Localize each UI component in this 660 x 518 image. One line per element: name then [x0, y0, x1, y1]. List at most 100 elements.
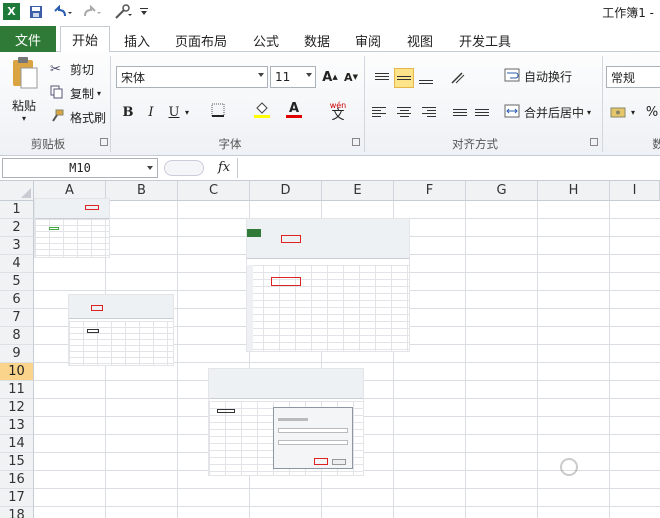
row-header[interactable]: 11 [0, 381, 34, 399]
row-header[interactable]: 5 [0, 273, 34, 291]
font-name-value: 宋体 [121, 70, 146, 85]
column-header-b[interactable]: B [106, 181, 178, 201]
copy-button[interactable]: 复制 ▾ [50, 84, 101, 102]
cut-button[interactable]: ✂ 剪切 [50, 60, 94, 78]
embedded-screenshot-image[interactable] [246, 218, 410, 352]
column-header-d[interactable]: D [250, 181, 322, 201]
grow-font-button[interactable]: A ▲ [320, 67, 340, 87]
align-bottom-button[interactable] [416, 72, 436, 92]
row-header[interactable]: 16 [0, 471, 34, 489]
orientation-icon[interactable] [448, 68, 468, 88]
cut-label: 剪切 [70, 62, 95, 77]
column-header-e[interactable]: E [322, 181, 394, 201]
customize-icon[interactable] [139, 3, 149, 20]
wrap-text-button[interactable]: 自动换行 [504, 66, 572, 86]
underline-button[interactable]: U [164, 102, 184, 122]
excel-window: X 工作簿1 - 文件 开始 插入 页面布局 公式 数据 审阅 视图 开发工具 [0, 0, 660, 518]
borders-button[interactable] [208, 102, 228, 122]
align-middle-button[interactable] [394, 68, 414, 88]
tools-icon[interactable] [112, 3, 134, 20]
excel-logo-icon: X [3, 3, 20, 20]
decrease-indent-button[interactable] [450, 102, 470, 122]
undo-icon[interactable] [50, 3, 74, 20]
font-name-combo[interactable]: 宋体 [116, 66, 268, 88]
column-header-i[interactable]: I [610, 181, 660, 201]
row-header[interactable]: 15 [0, 453, 34, 471]
chevron-down-icon[interactable]: ▾ [628, 102, 638, 122]
phonetic-button[interactable]: wén 文 [326, 98, 350, 124]
tab-data[interactable]: 数据 [297, 28, 337, 52]
row-header[interactable]: 12 [0, 399, 34, 417]
row-header[interactable]: 3 [0, 237, 34, 255]
row-header[interactable]: 1 [0, 201, 34, 219]
column-header-c[interactable]: C [178, 181, 250, 201]
borders-icon [211, 103, 225, 121]
increase-indent-button[interactable] [472, 102, 492, 122]
row-header-selected[interactable]: 10 [0, 363, 34, 381]
font-size-combo[interactable]: 11 [270, 66, 316, 88]
bold-button[interactable]: B [118, 102, 138, 122]
merge-center-button[interactable]: 合并后居中 ▾ [504, 102, 591, 122]
column-header-h[interactable]: H [538, 181, 610, 201]
shrink-font-button[interactable]: A ▼ [341, 67, 361, 87]
chevron-down-icon: ▾ [587, 107, 592, 117]
merge-center-label: 合并后居中 [524, 105, 585, 120]
save-icon[interactable] [28, 3, 44, 20]
formula-bar-handle[interactable] [164, 160, 204, 176]
percent-button[interactable]: % [642, 102, 660, 122]
tab-insert[interactable]: 插入 [116, 28, 158, 52]
row-header[interactable]: 6 [0, 291, 34, 309]
align-right-button[interactable] [416, 102, 436, 122]
insert-function-button[interactable]: fx [218, 160, 230, 175]
window-title: 工作簿1 - [602, 6, 654, 20]
brush-icon [50, 109, 68, 126]
divider [110, 56, 111, 152]
font-color-button[interactable]: A [284, 100, 304, 120]
dialog-launcher-icon[interactable] [352, 138, 360, 146]
column-header-g[interactable]: G [466, 181, 538, 201]
currency-icon[interactable] [608, 102, 628, 122]
row-header[interactable]: 17 [0, 489, 34, 507]
row-header[interactable]: 13 [0, 417, 34, 435]
row-header[interactable]: 14 [0, 435, 34, 453]
italic-button[interactable]: I [141, 102, 161, 122]
fill-color-button[interactable] [252, 101, 272, 121]
divider [602, 56, 603, 152]
paste-icon [9, 56, 39, 93]
tab-file[interactable]: 文件 [0, 26, 56, 52]
chevron-down-icon [306, 73, 312, 77]
row-header[interactable]: 9 [0, 345, 34, 363]
paste-button[interactable]: 粘贴 ▾ [6, 56, 42, 128]
align-top-button[interactable] [372, 66, 392, 86]
tab-home[interactable]: 开始 [60, 26, 110, 53]
name-box[interactable]: M10 [2, 158, 158, 178]
align-left-button[interactable] [372, 102, 392, 122]
redo-icon[interactable] [80, 3, 104, 20]
tab-view[interactable]: 视图 [400, 28, 440, 52]
dialog-launcher-icon[interactable] [590, 138, 598, 146]
font-color-bar [286, 115, 302, 118]
number-format-combo[interactable]: 常规 [606, 66, 660, 88]
row-header[interactable]: 18 [0, 507, 34, 518]
row-header[interactable]: 7 [0, 309, 34, 327]
embedded-screenshot-image[interactable] [68, 294, 174, 366]
tab-developer[interactable]: 开发工具 [452, 28, 518, 52]
embedded-screenshot-image[interactable] [34, 198, 110, 258]
column-header-f[interactable]: F [394, 181, 466, 201]
row-header[interactable]: 4 [0, 255, 34, 273]
ribbon: 粘贴 ▾ ✂ 剪切 复制 ▾ 格式刷 剪贴板 宋体 11 A ▲ A ▼ B I… [0, 52, 660, 156]
tab-page-layout[interactable]: 页面布局 [168, 28, 234, 52]
tab-formulas[interactable]: 公式 [246, 28, 286, 52]
number-group-label: 数 [652, 137, 660, 151]
formula-input[interactable] [237, 158, 660, 178]
dialog-launcher-icon[interactable] [100, 138, 108, 146]
format-painter-button[interactable]: 格式刷 [50, 108, 106, 126]
row-header[interactable]: 8 [0, 327, 34, 345]
row-header[interactable]: 2 [0, 219, 34, 237]
chevron-down-icon[interactable]: ▾ [182, 102, 192, 122]
format-painter-label: 格式刷 [70, 110, 107, 125]
select-all-button[interactable] [0, 181, 34, 201]
align-center-button[interactable] [394, 102, 414, 122]
embedded-screenshot-image[interactable] [208, 368, 364, 476]
tab-review[interactable]: 审阅 [348, 28, 388, 52]
